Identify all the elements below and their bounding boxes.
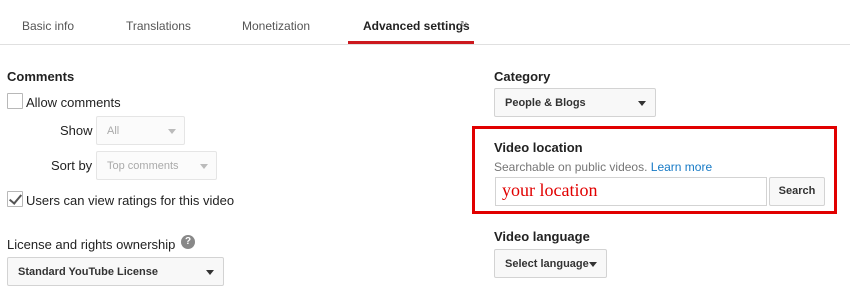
allow-comments-label: Allow comments <box>26 95 121 110</box>
video-language-heading: Video language <box>494 229 590 244</box>
show-label: Show <box>60 123 93 138</box>
allow-comments-checkbox[interactable] <box>7 93 23 109</box>
video-language-select[interactable]: Select language <box>494 249 607 278</box>
tab-translations[interactable]: Translations <box>126 19 191 33</box>
ratings-checkbox[interactable] <box>7 191 23 207</box>
tab-monetization[interactable]: Monetization <box>242 19 310 33</box>
active-tab-indicator <box>348 41 474 44</box>
category-select[interactable]: People & Blogs <box>494 88 656 117</box>
category-heading: Category <box>494 69 551 84</box>
license-select-value: Standard YouTube License <box>18 266 158 278</box>
comments-heading: Comments <box>7 69 75 84</box>
license-heading: License and rights ownership <box>7 237 176 252</box>
search-button[interactable]: Search <box>769 177 825 206</box>
tab-bar: Basic info Translations Monetization Adv… <box>0 0 850 45</box>
chevron-down-icon <box>200 164 208 169</box>
license-select[interactable]: Standard YouTube License <box>7 257 224 286</box>
show-select[interactable]: All <box>96 116 185 145</box>
tab-advanced-settings[interactable]: Advanced settings <box>363 19 470 33</box>
help-icon[interactable]: ? <box>181 235 195 249</box>
video-location-input[interactable]: your location <box>495 177 767 206</box>
sort-by-select[interactable]: Top comments <box>96 151 217 180</box>
video-location-heading: Video location <box>494 140 583 155</box>
video-language-select-value: Select language <box>505 258 589 270</box>
sort-by-select-value: Top comments <box>107 160 179 172</box>
chevron-down-icon <box>206 270 214 275</box>
show-select-value: All <box>107 125 120 137</box>
chevron-down-icon <box>168 129 176 134</box>
ratings-label: Users can view ratings for this video <box>26 193 235 208</box>
learn-more-link[interactable]: Learn more <box>651 160 712 174</box>
sync-icon: ↻ <box>460 19 468 29</box>
video-location-description: Searchable on public videos. Learn more <box>494 160 712 174</box>
video-location-description-text: Searchable on public videos. <box>494 160 648 174</box>
sort-by-label: Sort by <box>51 158 93 173</box>
category-select-value: People & Blogs <box>505 97 586 109</box>
tab-basic-info[interactable]: Basic info <box>22 19 74 33</box>
chevron-down-icon <box>589 262 597 267</box>
chevron-down-icon <box>638 101 646 106</box>
